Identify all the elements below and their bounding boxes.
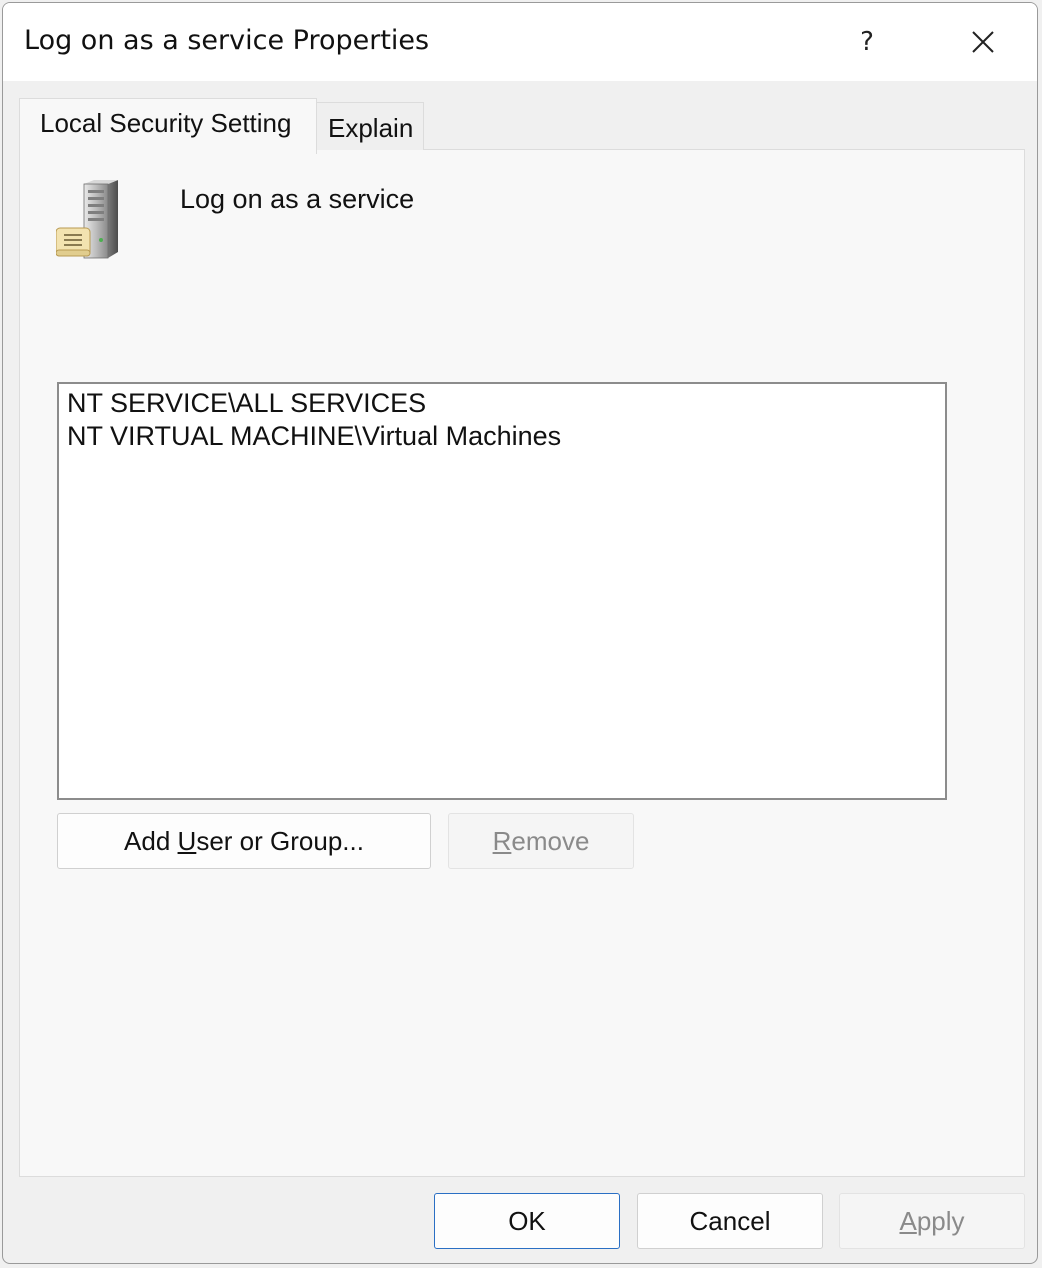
button-label-suffix: pply xyxy=(916,1205,965,1236)
button-label-prefix: Add xyxy=(124,825,178,856)
add-user-or-group-button[interactable]: Add User or Group... xyxy=(57,813,431,869)
policy-name: Log on as a service xyxy=(180,184,415,214)
list-item[interactable]: NT VIRTUAL MACHINE\Virtual Machines xyxy=(67,420,945,453)
help-label: ? xyxy=(860,27,874,57)
properties-dialog: Log on as a service Properties ? Local S… xyxy=(2,2,1038,1264)
close-button[interactable] xyxy=(938,3,1028,81)
button-label-suffix: emove xyxy=(511,825,590,856)
button-label-suffix: ser or Group... xyxy=(196,825,364,856)
window-title: Log on as a service Properties xyxy=(24,25,430,56)
help-button[interactable]: ? xyxy=(823,3,911,81)
tab-label: Local Security Setting xyxy=(40,108,292,138)
cancel-button[interactable]: Cancel xyxy=(637,1193,823,1249)
accelerator-key: R xyxy=(492,825,512,856)
principals-listbox[interactable]: NT SERVICE\ALL SERVICES NT VIRTUAL MACHI… xyxy=(57,382,947,800)
accelerator-key: A xyxy=(899,1205,917,1236)
ok-button[interactable]: OK xyxy=(434,1193,620,1249)
apply-button[interactable]: Apply xyxy=(839,1193,1025,1249)
server-policy-icon xyxy=(56,180,118,259)
close-icon xyxy=(972,31,994,53)
tab-local-security-setting[interactable]: Local Security Setting xyxy=(19,98,317,154)
button-label: OK xyxy=(508,1205,546,1236)
list-item[interactable]: NT SERVICE\ALL SERVICES xyxy=(67,387,945,420)
tab-label: Explain xyxy=(328,113,414,143)
title-bar: Log on as a service Properties ? xyxy=(3,3,1037,81)
accelerator-key: U xyxy=(177,825,197,856)
tab-panel: Log on as a service NT SERVICE\ALL SERVI… xyxy=(19,149,1025,1177)
button-label: Cancel xyxy=(689,1205,771,1236)
remove-button[interactable]: Remove xyxy=(448,813,634,869)
tab-explain[interactable]: Explain xyxy=(316,102,424,150)
